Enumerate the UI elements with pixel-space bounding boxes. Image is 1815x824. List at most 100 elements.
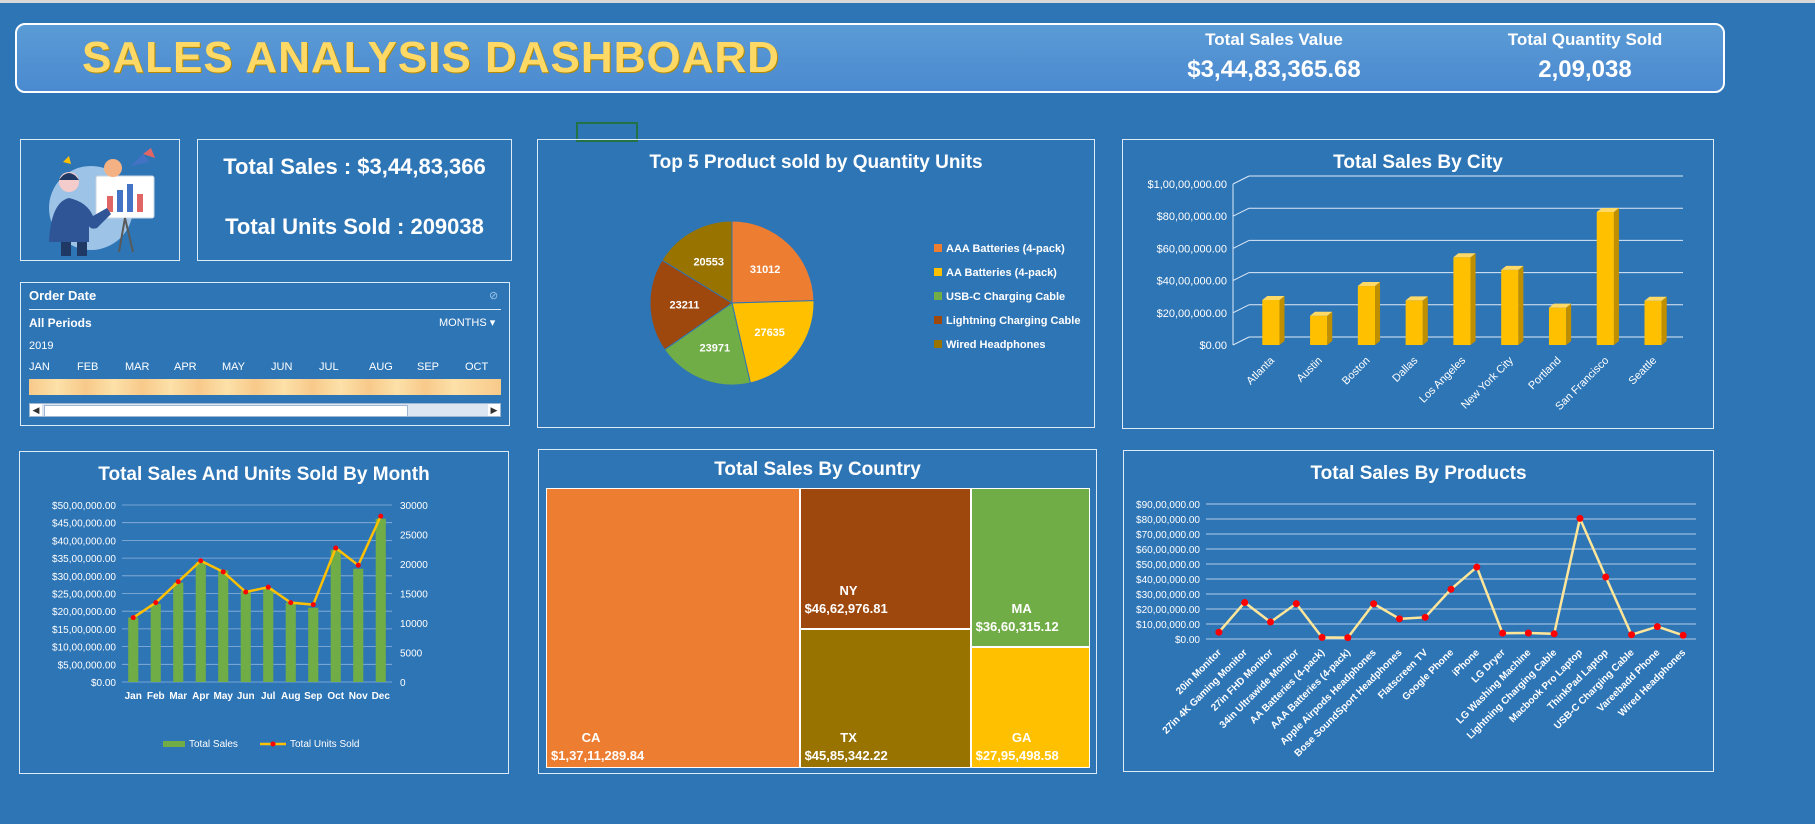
products-marker [1576,514,1584,522]
treemap-tile-value: $45,85,342.22 [804,747,888,763]
legend-label: AAA Batteries (4-pack) [946,243,1065,255]
timeline-scroll-thumb[interactable] [44,405,408,417]
month-bar [128,617,139,682]
legend-label: Lightning Charging Cable [946,315,1080,327]
units-marker [333,545,339,551]
y-tick-label: $80,00,000.00 [1157,211,1227,223]
x-tick-label: Aug [281,691,300,702]
gridline [1232,272,1250,282]
y-tick-label: $50,00,000.00 [1136,560,1200,571]
order-date-timeline: Order Date ⊘ All Periods MONTHS ▾ 2019 J… [20,282,510,426]
x-tick-label: Seattle [1627,355,1660,388]
x-tick-label: Sep [304,691,322,702]
total-sales-value-kpi: Total Sales Value $3,44,83,365.68 [1154,30,1394,84]
y-tick-label: $30,00,000.00 [1136,590,1200,601]
sales-by-country-panel: Total Sales By Country CA $1,37,11,289.84… [538,449,1097,774]
kpi-summary-panel: Total Sales : $3,44,83,366 Total Units S… [197,139,512,261]
units-marker [310,602,316,608]
treemap-tile-value: $1,37,11,289.84 [551,748,645,763]
month-label: OCT [465,361,489,373]
city-bar [1644,300,1662,345]
month-bar [195,561,206,682]
illustration-panel [20,139,180,261]
gridline [1232,304,1250,314]
y-tick-label: $60,00,000.00 [1136,545,1200,556]
period-label: All Periods [29,316,92,330]
units-marker [130,615,136,621]
sales-by-products-panel: Total Sales By Products $0.00 $10,00,000.… [1123,450,1714,772]
clear-filter-icon[interactable]: ⊘ [489,289,498,302]
products-marker [1421,613,1429,621]
treemap-tile-value: $27,95,498.58 [975,747,1059,763]
total-quantity-kpi: Total Quantity Sold 2,09,038 [1465,30,1705,84]
city-bar-side [1375,282,1381,345]
timeline-scrollbar[interactable]: ◀ ▶ [29,403,501,417]
legend-label: Total Units Sold [290,739,359,750]
city-bar-side [1518,265,1524,345]
total-units-kpi: Total Units Sold : 209038 [225,214,484,239]
units-marker [175,579,181,585]
scroll-right-icon[interactable]: ▶ [488,404,500,416]
legend-label: USB-C Charging Cable [946,291,1065,303]
month-bar [353,568,364,682]
total-quantity-number: 2,09,038 [1538,56,1632,83]
units-marker [378,513,384,519]
y-right-tick-label: 30000 [400,501,428,512]
legend-swatch [934,292,942,300]
pie-chart: 31012 27635 23971 23211 20553 AAA Batteries (… [649,220,1080,386]
x-tick-label: Jan [125,691,142,702]
treemap-tile: TX $45,85,342.22 [799,629,971,768]
units-marker [153,600,159,606]
total-sales-value-number: $3,44,83,365.68 [1187,56,1361,83]
chevron-down-icon: ▾ [489,317,496,329]
y-right-tick-label: 25000 [400,531,428,542]
units-marker [198,558,204,564]
city-bar [1405,300,1423,345]
legend-label: Wired Headphones [946,339,1046,351]
legend-swatch [934,316,942,324]
products-marker [1266,618,1274,626]
y-tick-label: $60,00,000.00 [1157,243,1227,255]
dashboard-title: SALES ANALYSIS DASHBOARD [82,33,780,82]
products-marker [1292,600,1300,608]
month-bar [218,570,229,682]
top-products-pie-panel: Top 5 Product sold by Quantity Units 310… [537,139,1095,428]
treemap-tile: GA $27,95,498.58 [970,646,1090,768]
month-bar [285,602,296,682]
y-right-tick-label: 0 [400,678,406,689]
city-bar [1548,307,1567,345]
x-tick-label: Mar [169,691,187,702]
x-tick-label: Portland [1526,355,1563,392]
products-marker [1550,630,1558,638]
analyst-illustration [49,148,155,256]
y-left-tick-label: $50,00,000.00 [52,501,116,512]
legend-label: Total Sales [189,739,238,750]
month-label: MAR [125,361,150,373]
y-tick-label: $0.00 [1175,635,1200,646]
month-bar [150,604,161,682]
y-tick-label: $70,00,000.00 [1136,530,1200,541]
total-quantity-label: Total Quantity Sold [1507,30,1663,49]
time-level-dropdown[interactable]: MONTHS ▾ [439,316,495,329]
month-label: MAY [222,361,246,373]
gridline [1232,336,1250,346]
country-treemap: CA $1,37,11,289.84 NY $46,62,976.81 TX $45,85… [546,488,1090,768]
scroll-left-icon[interactable]: ◀ [30,404,42,416]
timeline-title: Order Date [29,288,97,303]
month-bar [375,518,386,682]
y-tick-label: $40,00,000.00 [1136,575,1200,586]
sales-by-month-panel: Total Sales And Units Sold By Month $0.0… [19,451,509,774]
legend-marker [270,741,276,747]
y-right-tick-label: 15000 [400,590,428,601]
x-tick-label: Dallas [1390,354,1420,384]
month-label: JUL [319,361,339,373]
x-tick-label: Atlanta [1244,354,1277,387]
x-tick-label: Jun [237,691,255,702]
timeline-period-bar[interactable] [29,379,501,395]
products-marker [1653,623,1661,631]
y-tick-label: $0.00 [1199,340,1227,352]
treemap-tile-name: TX [840,729,857,745]
y-right-tick-label: 20000 [400,560,428,571]
y-left-tick-label: $45,00,000.00 [52,519,116,530]
x-tick-label: Apr [192,691,209,702]
